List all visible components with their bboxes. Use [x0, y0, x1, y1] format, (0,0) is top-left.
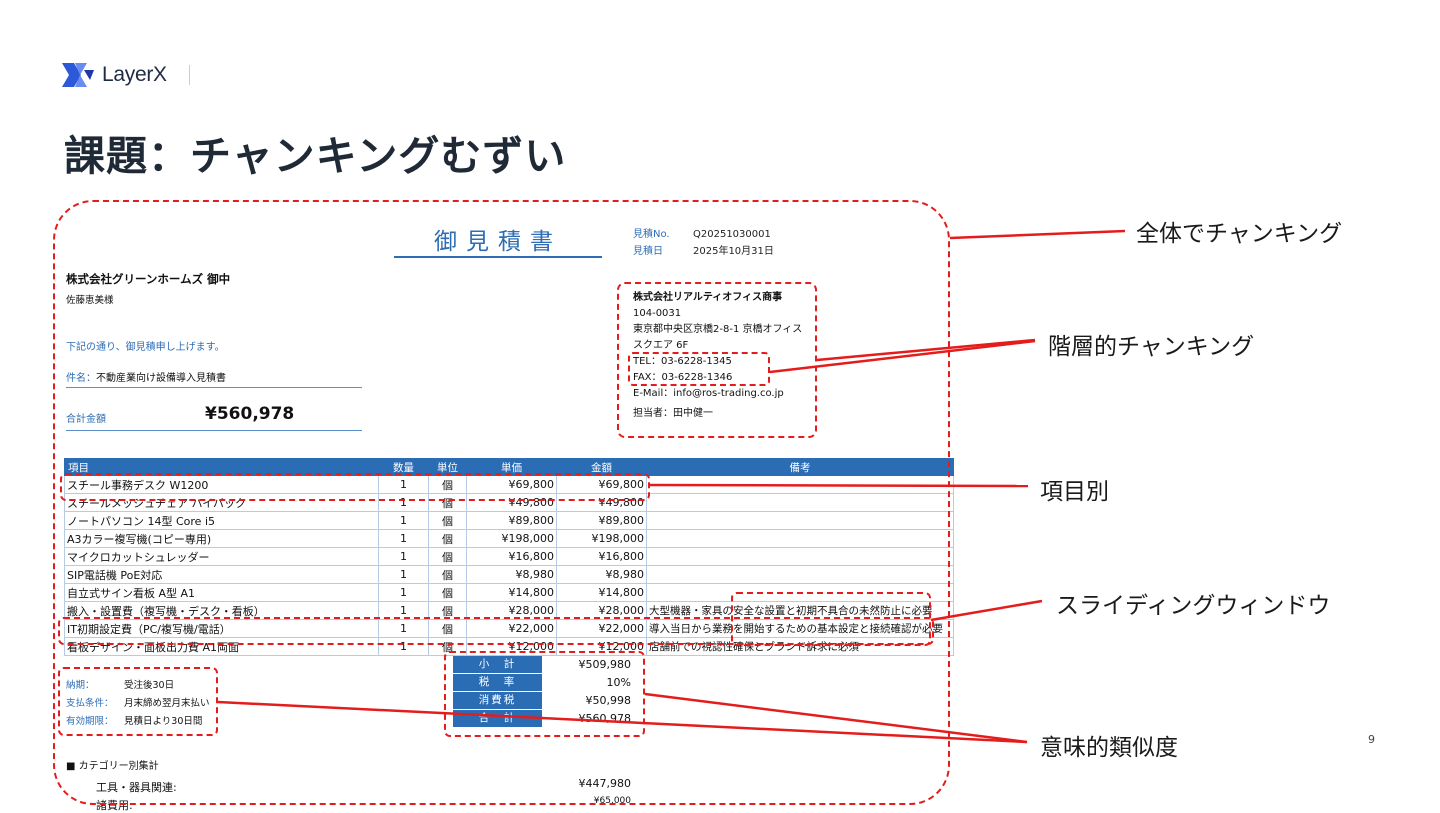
connector-lines: [217, 229, 1126, 744]
connector-item: [649, 483, 1029, 488]
annotation-sliding: スライディングウィンドウ: [1056, 593, 1331, 619]
connector-semantic-1: [217, 700, 1028, 744]
connector-semantic-2: [644, 692, 1028, 744]
connector-hier-2: [769, 339, 1036, 374]
connector-sliding: [930, 599, 1043, 622]
annotation-semantic: 意味的類似度: [1040, 735, 1178, 761]
connector-hier-1: [816, 338, 1036, 362]
annotation-per-item: 項目別: [1040, 479, 1109, 505]
annotation-hierarchical: 階層的チャンキング: [1048, 334, 1255, 360]
connector-whole: [949, 229, 1126, 240]
annotation-whole: 全体でチャンキング: [1136, 221, 1343, 247]
